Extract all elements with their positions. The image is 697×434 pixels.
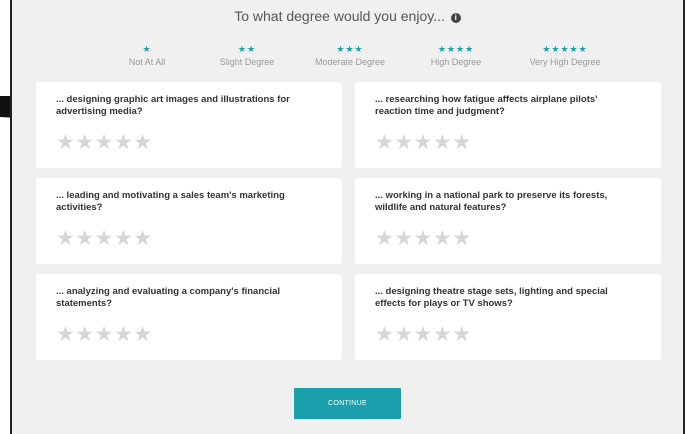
continue-button[interactable]: CONTINUE [294,388,401,419]
questionnaire-panel: To what degree would you enjoy... i ★ No… [10,0,685,434]
scale-stars: ★★★★★ [542,44,588,54]
star-rating[interactable]: ★★★★★ [56,228,153,250]
info-icon[interactable]: i [450,13,461,23]
question-text: ... designing graphic art images and ill… [56,94,290,117]
scale-item-not-at-all: ★ Not At All [92,44,202,67]
scale-label: Not At All [128,57,166,67]
scale-item-high-degree: ★★★★ High Degree [401,44,511,67]
scale-item-moderate-degree: ★★★ Moderate Degree [295,44,405,67]
question-card: ... researching how fatigue affects airp… [355,82,661,168]
scale-label: Moderate Degree [314,57,386,67]
title-text: To what degree would you enjoy... [234,8,445,24]
rating-scale-legend: ★ Not At All ★★ Slight Degree ★★★ Modera… [12,44,683,70]
scale-label: High Degree [430,57,482,67]
star-rating[interactable]: ★★★★★ [375,228,472,250]
scale-item-very-high-degree: ★★★★★ Very High Degree [510,44,620,67]
question-card: ... leading and motivating a sales team'… [36,178,342,264]
star-rating[interactable]: ★★★★★ [375,132,472,154]
scale-stars: ★ [142,44,152,54]
star-rating[interactable]: ★★★★★ [56,324,153,346]
question-text: ... analyzing and evaluating a company's… [56,286,280,309]
scale-stars: ★★★★ [437,44,475,54]
scale-stars: ★★ [237,44,257,54]
star-rating[interactable]: ★★★★★ [56,132,153,154]
star-rating[interactable]: ★★★★★ [375,324,472,346]
question-card: ... working in a national park to preser… [355,178,661,264]
question-text: ... leading and motivating a sales team'… [56,190,285,213]
scale-item-slight-degree: ★★ Slight Degree [192,44,302,67]
page-title: To what degree would you enjoy... i [12,8,683,24]
question-card: ... designing theatre stage sets, lighti… [355,274,661,360]
scale-label: Slight Degree [219,57,275,67]
question-text: ... working in a national park to preser… [375,190,608,213]
question-card: ... designing graphic art images and ill… [36,82,342,168]
scale-stars: ★★★ [336,44,364,54]
scale-label: Very High Degree [529,57,601,67]
question-text: ... researching how fatigue affects airp… [375,94,598,117]
question-text: ... designing theatre stage sets, lighti… [375,286,608,309]
question-card: ... analyzing and evaluating a company's… [36,274,342,360]
